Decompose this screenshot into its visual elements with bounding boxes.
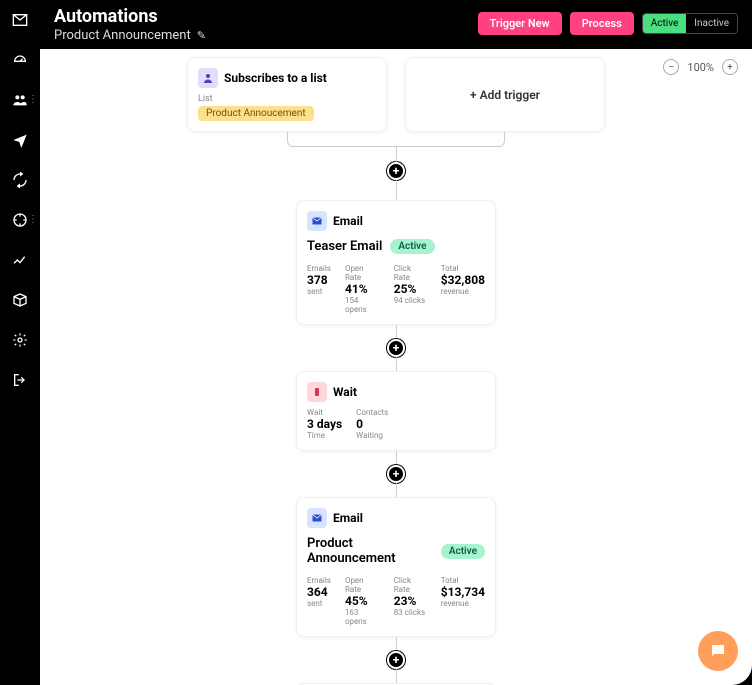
add-trigger-button[interactable]: + Add trigger bbox=[405, 57, 605, 132]
connector bbox=[396, 483, 397, 497]
flow: Subscribes to a list List Product Annouc… bbox=[40, 49, 752, 685]
wait-card[interactable]: Wait Wait3 daysTime Contacts0Waiting bbox=[296, 371, 496, 451]
package-icon[interactable] bbox=[10, 290, 30, 310]
connector bbox=[396, 357, 397, 371]
main: Automations Product Announcement ✎ Trigg… bbox=[40, 0, 752, 685]
status-toggle[interactable]: Active Inactive bbox=[642, 13, 738, 34]
email-name: Teaser Email bbox=[307, 239, 382, 254]
canvas[interactable]: − 100% + Subscribes to a list List Produ… bbox=[40, 49, 752, 685]
add-step-button[interactable]: + bbox=[387, 162, 405, 180]
email-icon bbox=[307, 211, 327, 231]
chat-button[interactable] bbox=[698, 631, 738, 671]
logout-icon[interactable] bbox=[10, 370, 30, 390]
add-step-button[interactable]: + bbox=[387, 651, 405, 669]
trigger-card[interactable]: Subscribes to a list List Product Annouc… bbox=[187, 57, 387, 132]
email-card[interactable]: Email Teaser Email Active Emails378sent … bbox=[296, 200, 496, 325]
email-card[interactable]: Email Product Announcement Active Emails… bbox=[296, 497, 496, 637]
trigger-new-button[interactable]: Trigger New bbox=[478, 12, 562, 35]
connector bbox=[396, 637, 397, 651]
page-title: Automations bbox=[54, 6, 206, 27]
edit-icon[interactable]: ✎ bbox=[197, 29, 206, 42]
email-name: Product Announcement bbox=[307, 536, 433, 566]
target-icon[interactable]: ⋮ bbox=[10, 210, 30, 230]
list-label: List bbox=[198, 94, 376, 104]
trigger-title: Subscribes to a list bbox=[224, 71, 327, 85]
connector bbox=[396, 451, 397, 465]
sync-icon[interactable] bbox=[10, 170, 30, 190]
mail-icon[interactable] bbox=[10, 10, 30, 30]
list-tag: Product Annoucement bbox=[198, 106, 314, 121]
add-step-button[interactable]: + bbox=[387, 339, 405, 357]
toggle-active[interactable]: Active bbox=[643, 14, 687, 33]
phone-icon bbox=[307, 382, 327, 402]
contacts-icon[interactable]: ⋮ bbox=[10, 90, 30, 110]
branch-connector bbox=[187, 132, 605, 162]
dashboard-icon[interactable] bbox=[10, 50, 30, 70]
user-icon bbox=[198, 68, 218, 88]
connector bbox=[396, 669, 397, 683]
automation-name: Product Announcement bbox=[54, 28, 191, 43]
connector bbox=[396, 325, 397, 339]
chat-icon bbox=[709, 642, 727, 660]
sidebar: ⋮ ⋮ bbox=[0, 0, 40, 685]
settings-icon[interactable] bbox=[10, 330, 30, 350]
analytics-icon[interactable] bbox=[10, 250, 30, 270]
send-icon[interactable] bbox=[10, 130, 30, 150]
connector bbox=[396, 180, 397, 200]
toggle-inactive[interactable]: Inactive bbox=[686, 14, 737, 33]
add-step-button[interactable]: + bbox=[387, 465, 405, 483]
app-root: ⋮ ⋮ Automations Product Announcement ✎ T… bbox=[0, 0, 752, 685]
header: Automations Product Announcement ✎ Trigg… bbox=[40, 0, 752, 49]
status-badge: Active bbox=[390, 239, 434, 254]
status-badge: Active bbox=[441, 544, 485, 559]
process-button[interactable]: Process bbox=[570, 12, 634, 35]
email-icon bbox=[307, 508, 327, 528]
